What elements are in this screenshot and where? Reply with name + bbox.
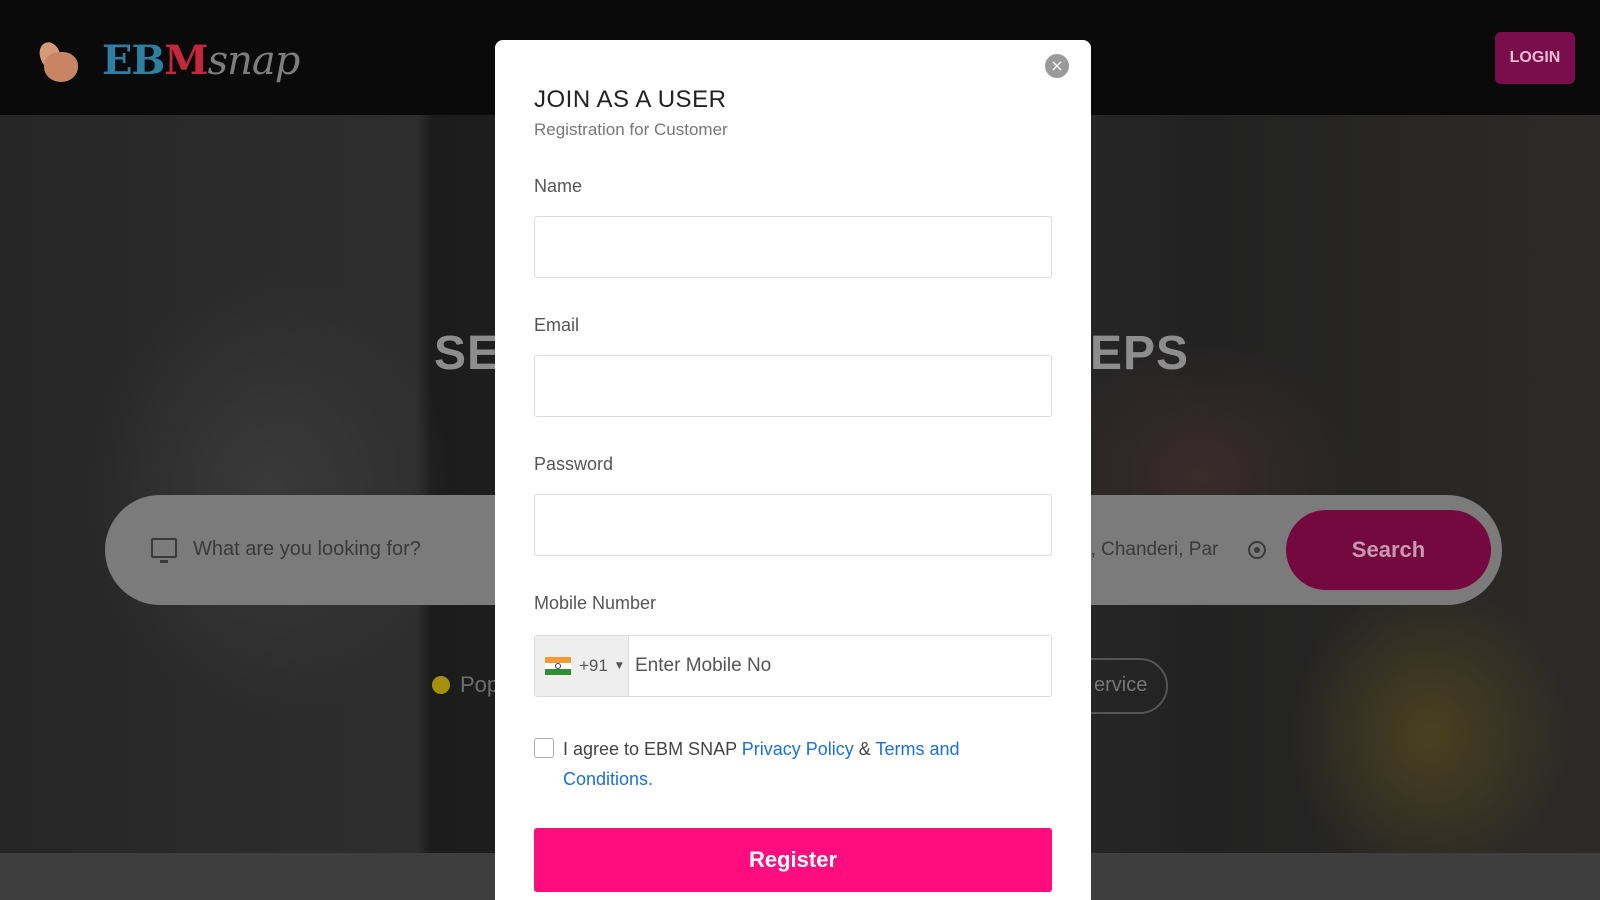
close-icon[interactable]: × — [1045, 54, 1069, 78]
register-modal: × JOIN AS A USER Registration for Custom… — [495, 40, 1091, 900]
password-field[interactable] — [534, 494, 1052, 556]
country-code-selector[interactable]: +91 ▼ — [535, 636, 629, 696]
password-label: Password — [534, 454, 614, 474]
logo-wordmark: EBMsnap — [102, 37, 300, 84]
crosshair-icon[interactable] — [1248, 541, 1266, 559]
email-field[interactable] — [534, 355, 1052, 417]
dial-code: +91 — [579, 656, 608, 675]
agree-text: I agree to EBM SNAP Privacy Policy & Ter… — [563, 734, 1003, 794]
mobile-label: Mobile Number — [534, 593, 657, 613]
mobile-field-group: +91 ▼ — [534, 635, 1052, 697]
modal-subtitle: Registration for Customer — [534, 120, 728, 139]
monitor-icon — [151, 538, 177, 563]
popular-label: Pop — [460, 672, 500, 697]
agree-and: & — [853, 739, 876, 759]
name-field[interactable] — [534, 216, 1052, 278]
agree-checkbox[interactable] — [534, 738, 554, 758]
agree-prefix: I agree to EBM SNAP — [563, 739, 742, 759]
mobile-number-field[interactable] — [629, 636, 1051, 696]
popular-dot-icon — [432, 676, 450, 694]
india-flag-icon — [545, 657, 571, 675]
site-logo[interactable]: EBMsnap — [36, 36, 300, 86]
service-search-input[interactable]: What are you looking for? — [193, 538, 421, 561]
register-button[interactable]: Register — [534, 828, 1052, 892]
privacy-policy-link[interactable]: Privacy Policy — [742, 739, 854, 759]
logo-mascot-icon — [36, 38, 82, 84]
caret-down-icon: ▼ — [615, 661, 623, 671]
modal-title: JOIN AS A USER — [534, 86, 727, 113]
search-button[interactable]: Search — [1286, 510, 1491, 590]
hero-title-right: EPS — [1090, 327, 1190, 380]
email-label: Email — [534, 315, 580, 335]
service-chip-label: ervice — [1094, 674, 1148, 696]
hero-title-left: SE — [434, 327, 501, 380]
location-input[interactable]: d, Chanderi, Par — [1080, 539, 1218, 561]
name-label: Name — [534, 176, 583, 196]
login-button[interactable]: LOGIN — [1495, 32, 1575, 84]
